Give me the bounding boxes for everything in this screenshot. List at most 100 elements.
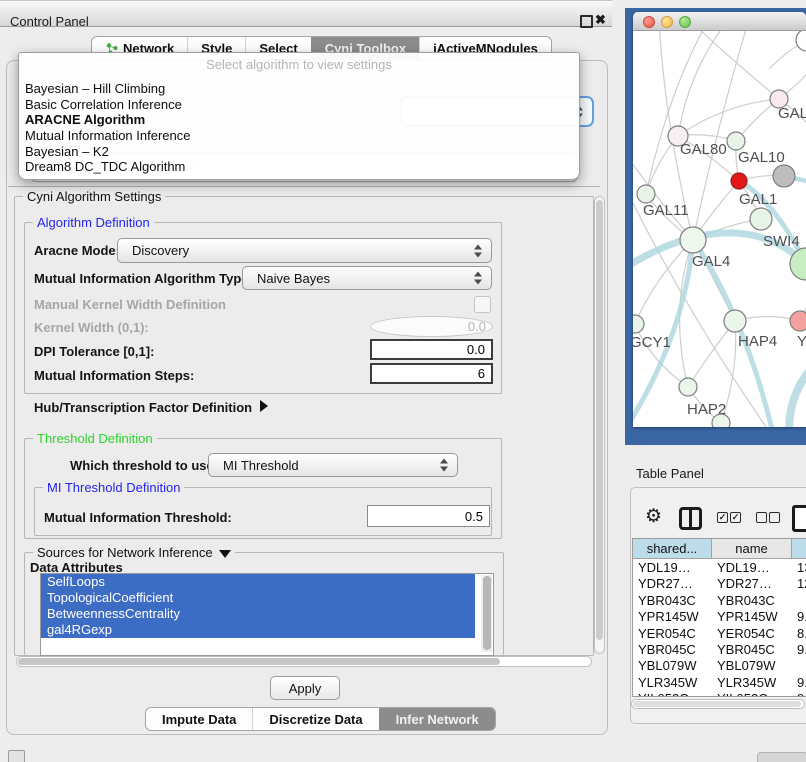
unchecked-box-icon[interactable] bbox=[756, 512, 767, 523]
which-threshold-combo[interactable]: MI Threshold bbox=[208, 453, 458, 477]
panel-corner-icon[interactable] bbox=[8, 750, 25, 762]
manual-kernel-checkbox[interactable] bbox=[474, 296, 491, 313]
screen: Control Panel ✖ Network Style Select Cyn… bbox=[0, 0, 806, 762]
network-node-HAP2[interactable] bbox=[679, 378, 697, 396]
node-table[interactable]: shared...nameA YDL19…YDL19…13YDR27…YDR27… bbox=[632, 538, 806, 697]
mi-type-combo[interactable]: Naive Bayes bbox=[242, 266, 492, 290]
table-cell: YBL079W bbox=[717, 658, 776, 674]
data-attributes-list[interactable]: SelfLoopsTopologicalCoefficientBetweenne… bbox=[40, 573, 494, 656]
algorithm-option[interactable]: Basic Correlation Inference bbox=[19, 97, 579, 113]
settings-vertical-scrollbar-thumb[interactable] bbox=[596, 200, 603, 640]
hub-definition-toggle[interactable]: Hub/Transcription Factor Definition bbox=[34, 400, 268, 415]
apply-button[interactable]: Apply bbox=[270, 676, 340, 700]
attribute-item-selected[interactable]: gal4RGexp bbox=[41, 622, 475, 638]
network-node-GAL1[interactable] bbox=[731, 173, 747, 189]
control-panel-title: Control Panel bbox=[10, 14, 89, 29]
node-label: SWI4 bbox=[763, 233, 800, 250]
minimize-traffic-light[interactable] bbox=[661, 16, 673, 28]
table-column-header[interactable]: name bbox=[712, 539, 792, 559]
algorithm-dropdown-list: Bayesian – Hill ClimbingBasic Correlatio… bbox=[19, 81, 579, 175]
table-cell: YPR145W bbox=[717, 609, 778, 625]
network-node[interactable] bbox=[773, 165, 795, 187]
network-canvas[interactable]: GALGAL80GAL10GAL1GAL11SWI4GAL4GCY1HAP4YH… bbox=[633, 31, 806, 427]
table-cell: 9 bbox=[797, 691, 804, 697]
checked-box-icon[interactable]: ✓ bbox=[717, 512, 728, 523]
node-label: GAL4 bbox=[692, 253, 730, 270]
network-node[interactable] bbox=[796, 31, 806, 51]
network-node-GAL10[interactable] bbox=[727, 132, 745, 150]
attribute-item-selected[interactable]: SelfLoops bbox=[41, 574, 475, 590]
collapse-down-icon bbox=[219, 550, 231, 558]
network-view-window: GALGAL80GAL10GAL1GAL11SWI4GAL4GCY1HAP4YH… bbox=[633, 12, 806, 427]
network-node-GCY1[interactable] bbox=[633, 315, 644, 333]
tab-infer-network[interactable]: Infer Network bbox=[379, 708, 495, 730]
node-label: HAP4 bbox=[738, 333, 777, 350]
zoom-traffic-light[interactable] bbox=[679, 16, 691, 28]
algorithm-dropdown-popup: Select algorithm to view settings Bayesi… bbox=[18, 52, 580, 180]
table-cell: YER054C bbox=[638, 626, 696, 642]
table-row[interactable]: YBR043CYBR043C bbox=[633, 593, 806, 609]
expand-right-icon bbox=[260, 400, 268, 412]
network-node-HAP4[interactable] bbox=[724, 310, 746, 332]
mi-type-label: Mutual Information Algorithm Type: bbox=[34, 271, 253, 286]
algorithm-option[interactable]: Bayesian – K2 bbox=[19, 144, 579, 160]
unchecked-box-icon[interactable] bbox=[769, 512, 780, 523]
algorithm-option[interactable]: Mutual Information Inference bbox=[19, 128, 579, 144]
table-row[interactable]: YBR045CYBR045C9. bbox=[633, 642, 806, 658]
mi-steps-field[interactable]: 6 bbox=[370, 363, 493, 384]
settings-horizontal-scrollbar-thumb[interactable] bbox=[18, 658, 500, 665]
table-row[interactable]: YDL19…YDL19…13 bbox=[633, 560, 806, 576]
document-icon[interactable] bbox=[792, 505, 806, 532]
close-icon[interactable]: ✖ bbox=[595, 12, 606, 28]
table-cell: YBR043C bbox=[638, 593, 696, 609]
algorithm-option[interactable]: Dream8 DC_TDC Algorithm bbox=[19, 159, 579, 175]
tab-impute-data[interactable]: Impute Data bbox=[146, 708, 252, 730]
network-node-GAL11[interactable] bbox=[637, 185, 655, 203]
gear-icon[interactable]: ⚙ bbox=[645, 505, 662, 528]
mi-threshold-field[interactable]: 0.5 bbox=[367, 505, 490, 527]
node-label: GAL1 bbox=[739, 191, 777, 208]
network-window-titlebar[interactable] bbox=[633, 12, 806, 31]
control-panel-titlebar: Control Panel ✖ bbox=[0, 0, 612, 27]
dpi-tolerance-field[interactable]: 0.0 bbox=[370, 339, 493, 360]
table-cell: 9. bbox=[797, 609, 806, 625]
aracne-mode-combo[interactable]: Discovery bbox=[117, 238, 492, 263]
threshold-definition-title: Threshold Definition bbox=[33, 431, 157, 446]
node-label: GAL10 bbox=[738, 149, 785, 166]
network-node-Y[interactable] bbox=[790, 311, 806, 331]
node-label: GCY1 bbox=[633, 334, 671, 351]
algorithm-option[interactable]: Bayesian – Hill Climbing bbox=[19, 81, 579, 97]
table-row[interactable]: YPR145W YPR145W 9. bbox=[633, 609, 806, 625]
list-scrollbar[interactable] bbox=[481, 575, 492, 652]
kernel-width-field[interactable]: 0.0 bbox=[370, 316, 493, 337]
table-cell: YPR145W bbox=[638, 609, 699, 625]
sources-title[interactable]: Sources for Network Inference bbox=[33, 545, 235, 560]
table-column-header[interactable]: A bbox=[792, 539, 806, 559]
table-row[interactable]: YER054CYER054C8. bbox=[633, 626, 806, 642]
table-cell: YIL052C bbox=[717, 691, 768, 697]
table-column-header[interactable]: shared... bbox=[633, 539, 712, 559]
node-label: GAL bbox=[778, 105, 806, 122]
table-row[interactable]: YBL079WYBL079W bbox=[633, 658, 806, 674]
table-row[interactable]: YLR345WYLR345W9. bbox=[633, 675, 806, 691]
table-cell: YBR045C bbox=[717, 642, 775, 658]
checked-box-icon[interactable]: ✓ bbox=[730, 512, 741, 523]
table-cell: YER054C bbox=[717, 626, 775, 642]
table-row[interactable]: YDR27…YDR27…12 bbox=[633, 576, 806, 592]
close-traffic-light[interactable] bbox=[643, 16, 655, 28]
attribute-item-selected[interactable]: TopologicalCoefficient bbox=[41, 590, 475, 606]
table-row[interactable]: YIL052CYIL052C9 bbox=[633, 691, 806, 697]
table-panel-title: Table Panel bbox=[636, 466, 704, 481]
attribute-item-selected[interactable]: BetweennessCentrality bbox=[41, 606, 475, 622]
network-node[interactable] bbox=[750, 208, 772, 230]
network-node-GAL4[interactable] bbox=[680, 227, 706, 253]
tab-discretize-data[interactable]: Discretize Data bbox=[252, 708, 378, 730]
network-node[interactable] bbox=[712, 414, 730, 427]
algorithm-option[interactable]: ARACNE Algorithm bbox=[19, 112, 579, 128]
algorithm-dropdown-placeholder: Select algorithm to view settings bbox=[19, 53, 579, 81]
table-horizontal-scrollbar-thumb[interactable] bbox=[633, 701, 801, 707]
float-panel-icon[interactable] bbox=[580, 15, 593, 28]
column-browser-icon[interactable] bbox=[679, 507, 702, 530]
stepper-icon bbox=[474, 272, 483, 285]
table-cell: YLR345W bbox=[717, 675, 776, 691]
